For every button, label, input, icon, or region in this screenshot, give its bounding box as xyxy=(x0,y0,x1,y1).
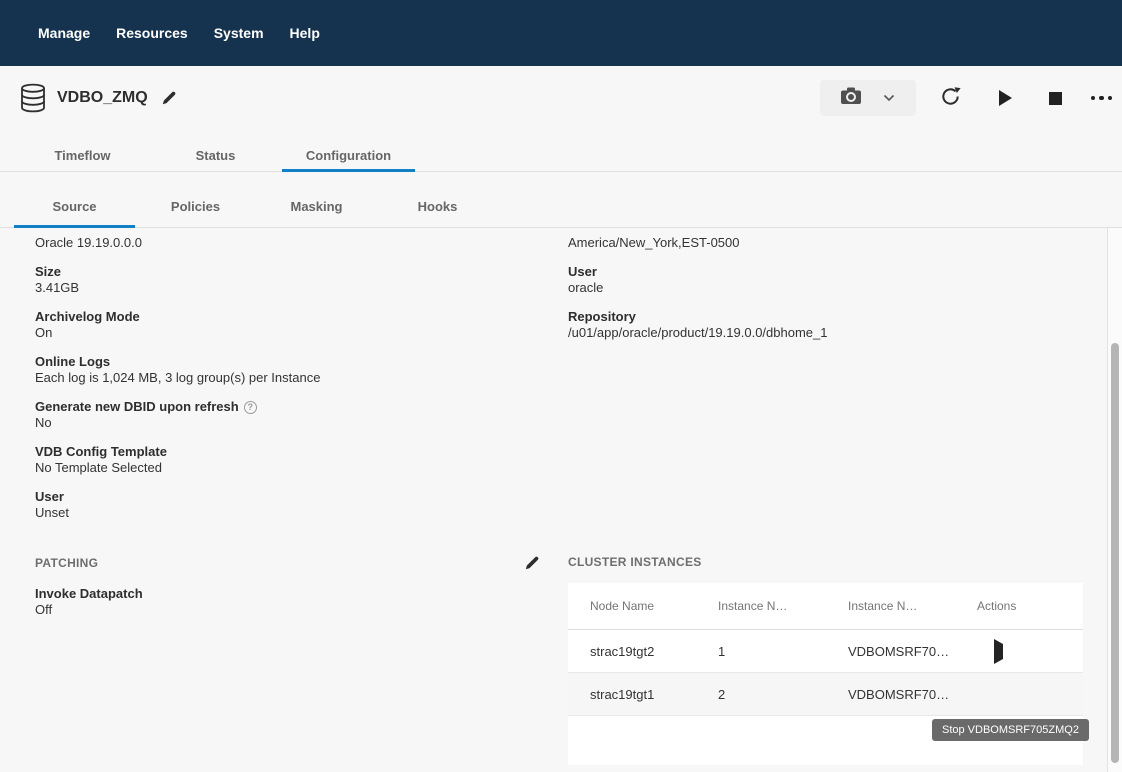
patching-section: PATCHING Invoke Datapatch Off xyxy=(35,555,568,765)
column-header-instance-name: Instance N… xyxy=(848,599,977,613)
top-nav-bar: Manage Resources System Help xyxy=(0,0,1122,66)
field-online-logs: Online Logs Each log is 1,024 MB, 3 log … xyxy=(35,354,568,386)
question-circle-icon[interactable]: ? xyxy=(244,401,257,414)
subtab-hooks[interactable]: Hooks xyxy=(377,172,498,227)
entity-action-bar xyxy=(820,80,1113,116)
primary-tab-bar: Timeflow Status Configuration xyxy=(0,130,1122,172)
column-header-instance-number: Instance N… xyxy=(718,599,848,613)
field-archivelog-mode: Archivelog Mode On xyxy=(35,309,568,341)
field-value: Unset xyxy=(35,505,568,521)
nav-item-manage[interactable]: Manage xyxy=(25,25,103,41)
entity-header: VDBO_ZMQ xyxy=(0,66,1122,130)
subtab-source[interactable]: Source xyxy=(14,172,135,227)
field-database-version: Oracle 19.19.0.0.0 xyxy=(35,235,568,251)
tab-status[interactable]: Status xyxy=(149,130,282,171)
start-instance-play-icon[interactable] xyxy=(994,639,1003,664)
patching-section-title: PATCHING xyxy=(35,556,98,570)
play-icon xyxy=(999,90,1012,106)
field-repository: Repository /u01/app/oracle/product/19.19… xyxy=(568,309,1122,341)
cell-instance-number: 2 xyxy=(718,687,848,702)
column-header-node-name: Node Name xyxy=(590,599,718,613)
field-value: No Template Selected xyxy=(35,460,568,476)
field-user-left: User Unset xyxy=(35,489,568,521)
source-left-column: Oracle 19.19.0.0.0 Size 3.41GB Archivelo… xyxy=(35,235,568,555)
field-value: 3.41GB xyxy=(35,280,568,296)
configuration-sub-tab-bar: Source Policies Masking Hooks xyxy=(0,172,1122,228)
page-title: VDBO_ZMQ xyxy=(57,89,148,107)
field-invoke-datapatch: Invoke Datapatch Off xyxy=(35,586,568,618)
field-label: Archivelog Mode xyxy=(35,309,568,325)
field-label: Generate new DBID upon refresh xyxy=(35,399,239,414)
source-panel: Oracle 19.19.0.0.0 Size 3.41GB Archivelo… xyxy=(0,228,1122,772)
table-header-row: Node Name Instance N… Instance N… Action… xyxy=(568,583,1083,630)
field-label: User xyxy=(35,489,568,505)
database-icon xyxy=(20,83,46,113)
field-value: Off xyxy=(35,602,568,618)
more-actions-button[interactable] xyxy=(1091,96,1113,101)
field-value: Oracle 19.19.0.0.0 xyxy=(35,235,568,251)
field-label: Invoke Datapatch xyxy=(35,586,568,602)
chevron-down-icon[interactable] xyxy=(883,89,895,107)
edit-section-pencil-icon[interactable] xyxy=(524,555,540,571)
field-vdb-config-template: VDB Config Template No Template Selected xyxy=(35,444,568,476)
vertical-scrollbar-thumb[interactable] xyxy=(1111,343,1119,763)
table-row: strac19tgt2 1 VDBOMSRF70… xyxy=(568,630,1083,673)
tab-configuration[interactable]: Configuration xyxy=(282,130,415,171)
camera-icon xyxy=(840,87,862,110)
nav-item-help[interactable]: Help xyxy=(277,25,333,41)
table-row: strac19tgt1 2 VDBOMSRF70… xyxy=(568,673,1083,716)
field-value: America/New_York,EST-0500 xyxy=(568,235,1122,251)
column-header-actions: Actions xyxy=(977,599,1083,613)
field-value: /u01/app/oracle/product/19.19.0.0/dbhome… xyxy=(568,325,1122,341)
vertical-scrollbar-track[interactable] xyxy=(1107,228,1122,772)
cell-instance-number: 1 xyxy=(718,644,848,659)
source-right-column: America/New_York,EST-0500 User oracle Re… xyxy=(568,235,1122,555)
field-user-right: User oracle xyxy=(568,264,1122,296)
field-value: No xyxy=(35,415,568,431)
field-generate-new-dbid: Generate new DBID upon refresh? No xyxy=(35,399,568,431)
subtab-masking[interactable]: Masking xyxy=(256,172,377,227)
action-tooltip: Stop VDBOMSRF705ZMQ2 xyxy=(932,719,1089,741)
field-value: Each log is 1,024 MB, 3 log group(s) per… xyxy=(35,370,568,386)
field-label: Online Logs xyxy=(35,354,568,370)
stop-vdb-button[interactable] xyxy=(1049,92,1062,105)
cell-node-name: strac19tgt1 xyxy=(590,687,718,702)
stop-icon xyxy=(1049,92,1062,105)
field-label: User xyxy=(568,264,1122,280)
cell-node-name: strac19tgt2 xyxy=(590,644,718,659)
nav-item-system[interactable]: System xyxy=(201,25,277,41)
refresh-button[interactable] xyxy=(939,85,962,111)
cell-instance-name: VDBOMSRF70… xyxy=(848,644,977,659)
field-timezone: America/New_York,EST-0500 xyxy=(568,235,1122,251)
tab-timeflow[interactable]: Timeflow xyxy=(16,130,149,171)
field-label: VDB Config Template xyxy=(35,444,568,460)
field-size: Size 3.41GB xyxy=(35,264,568,296)
edit-title-pencil-icon[interactable] xyxy=(161,90,177,106)
field-value: On xyxy=(35,325,568,341)
nav-item-resources[interactable]: Resources xyxy=(103,25,201,41)
field-label: Repository xyxy=(568,309,1122,325)
cell-instance-name: VDBOMSRF70… xyxy=(848,687,977,702)
field-value: oracle xyxy=(568,280,1122,296)
cluster-instances-title: CLUSTER INSTANCES xyxy=(568,555,1122,571)
subtab-policies[interactable]: Policies xyxy=(135,172,256,227)
ellipsis-icon xyxy=(1091,96,1096,101)
snapshot-button[interactable] xyxy=(820,80,916,116)
field-label: Size xyxy=(35,264,568,280)
refresh-icon xyxy=(939,85,962,111)
start-vdb-button[interactable] xyxy=(999,90,1012,106)
